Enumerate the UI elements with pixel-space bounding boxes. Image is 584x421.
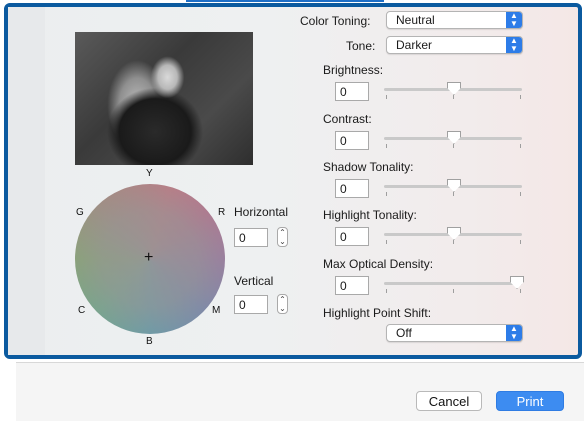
slider-tick <box>453 192 454 196</box>
panel-side-strip <box>8 7 45 355</box>
top-tab-fragment <box>186 0 384 2</box>
wheel-label-c: C <box>78 305 86 316</box>
slider-tick <box>386 192 387 196</box>
wheel-label-r: R <box>218 207 226 218</box>
chevron-updown-icon: ▲ ▼ <box>506 325 522 341</box>
tone-popup[interactable]: Darker ▲ ▼ <box>386 36 523 54</box>
slider-tick <box>453 95 454 99</box>
color-toning-value: Neutral <box>396 13 435 27</box>
slider-tick <box>386 144 387 148</box>
slider-tick <box>453 144 454 148</box>
wheel-label-y: Y <box>146 168 153 179</box>
vertical-field[interactable]: 0 <box>234 295 268 314</box>
highlight-point-shift-value: Off <box>396 326 412 340</box>
slider-tick <box>520 144 521 148</box>
chevron-updown-icon: ▲ ▼ <box>506 37 522 53</box>
slider-value-field-0[interactable]: 0 <box>335 82 369 101</box>
wheel-label-g: G <box>76 207 84 218</box>
slider-tick <box>453 240 454 244</box>
plus-icon[interactable]: + <box>144 250 153 266</box>
horizontal-stepper-icon[interactable]: ⌃ ⌄ <box>277 227 288 247</box>
slider-label-3: Highlight Tonality: <box>323 208 417 222</box>
chevron-updown-icon: ▲ ▼ <box>506 12 522 28</box>
slider-tick <box>386 240 387 244</box>
color-toning-popup[interactable]: Neutral ▲ ▼ <box>386 11 523 29</box>
slider-tick <box>520 289 521 293</box>
wheel-label-b: B <box>146 336 153 347</box>
slider-tick <box>453 289 454 293</box>
print-button[interactable]: Print <box>496 391 564 411</box>
slider-value-field-1[interactable]: 0 <box>335 131 369 150</box>
slider-tick <box>386 289 387 293</box>
slider-track-4[interactable] <box>384 282 522 285</box>
horizontal-field[interactable]: 0 <box>234 228 268 247</box>
slider-label-2: Shadow Tonality: <box>323 160 414 174</box>
slider-value-field-3[interactable]: 0 <box>335 227 369 246</box>
highlight-point-shift-popup[interactable]: Off ▲ ▼ <box>386 324 523 342</box>
slider-label-4: Max Optical Density: <box>323 257 434 271</box>
slider-value-field-4[interactable]: 0 <box>335 276 369 295</box>
tone-label: Tone: <box>346 39 376 53</box>
slider-label-1: Contrast: <box>323 112 372 126</box>
highlight-point-shift-label: Highlight Point Shift: <box>323 306 432 320</box>
slider-label-0: Brightness: <box>323 63 384 77</box>
vertical-label: Vertical <box>234 274 274 288</box>
wheel-label-m: M <box>212 305 221 316</box>
preview-photo <box>75 32 253 165</box>
slider-value-field-2[interactable]: 0 <box>335 179 369 198</box>
slider-tick <box>520 240 521 244</box>
slider-tick <box>520 192 521 196</box>
tone-value: Darker <box>396 38 433 52</box>
color-toning-label: Color Toning: <box>300 14 371 28</box>
slider-tick <box>520 95 521 99</box>
vertical-stepper-icon[interactable]: ⌃ ⌄ <box>277 294 288 314</box>
slider-tick <box>386 95 387 99</box>
cancel-button[interactable]: Cancel <box>416 391 482 411</box>
horizontal-label: Horizontal <box>234 205 289 219</box>
